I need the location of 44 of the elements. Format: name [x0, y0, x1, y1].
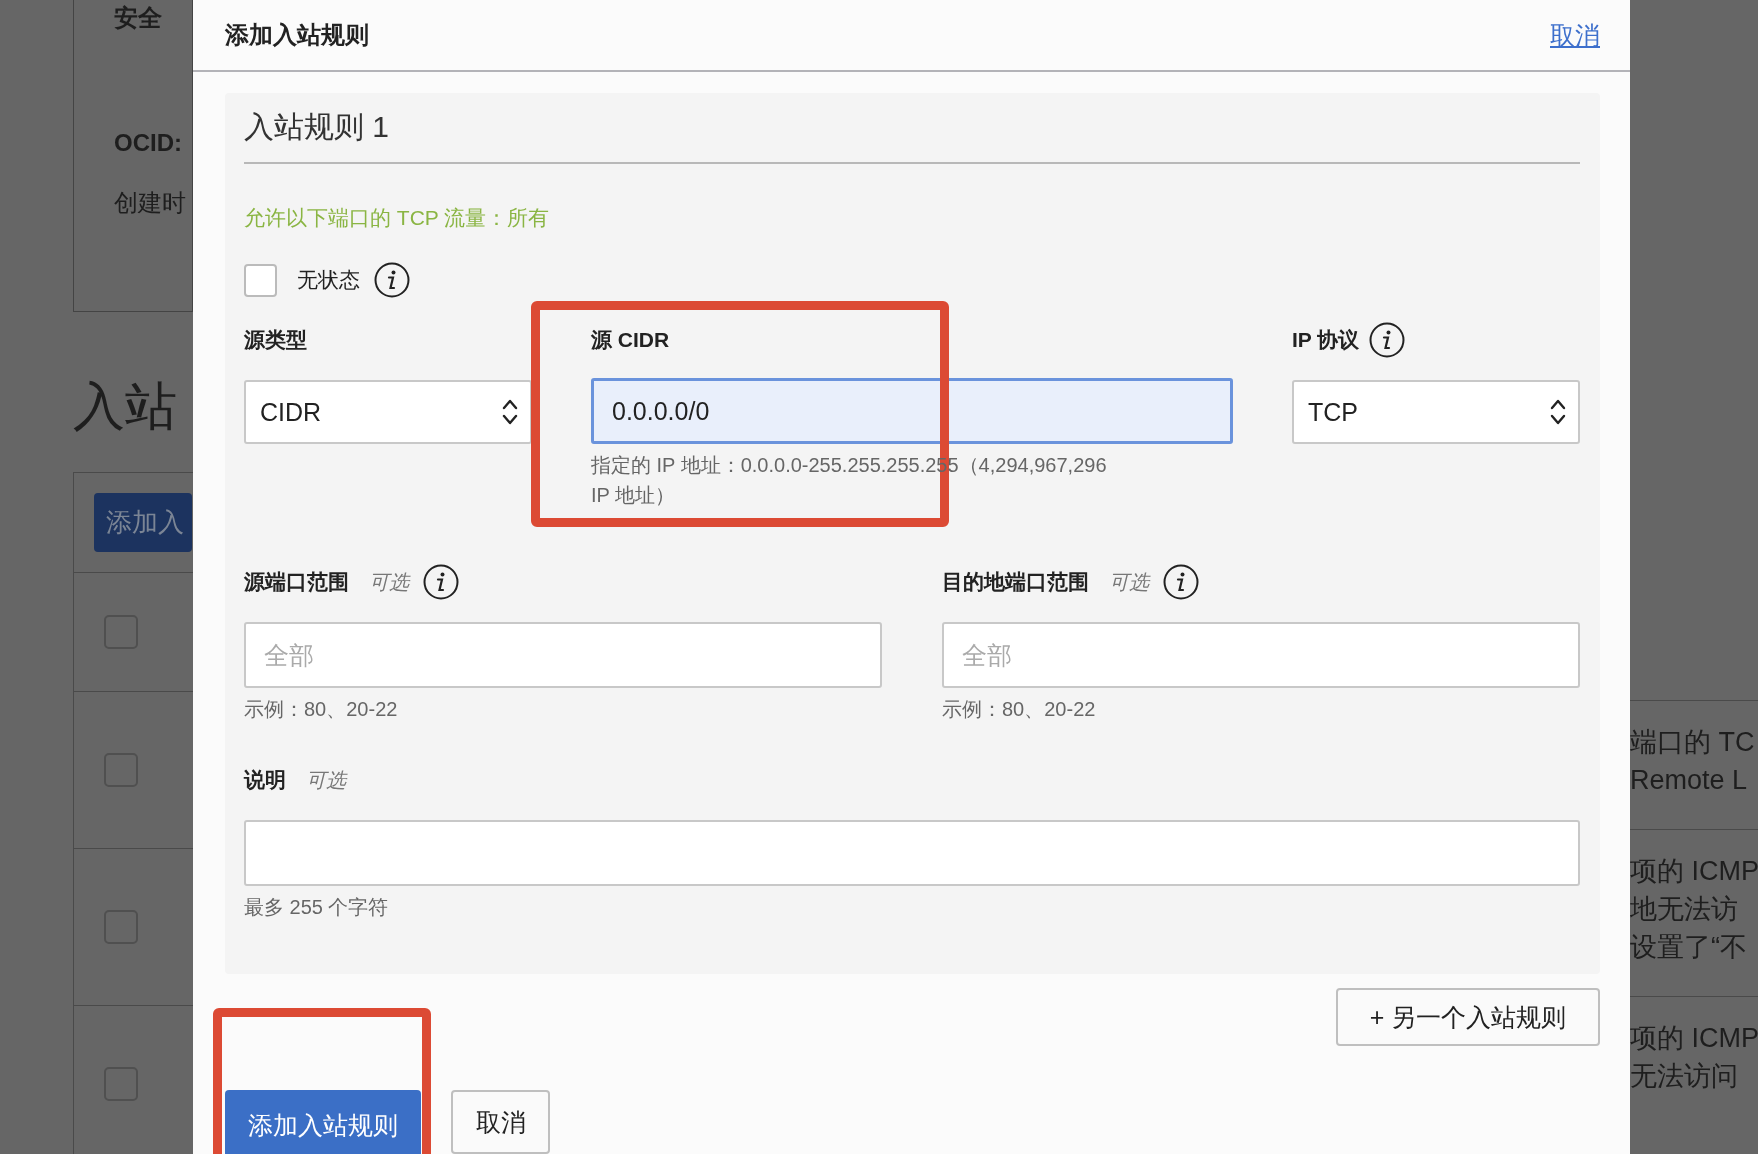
- field-label: 源类型: [244, 327, 307, 353]
- section-heading: 入站: [73, 376, 178, 437]
- source-port-input[interactable]: 全部: [244, 622, 882, 688]
- info-icon: [1163, 564, 1199, 600]
- cancel-link[interactable]: 取消: [1550, 18, 1600, 52]
- help-text: 示例：80、20-22: [244, 697, 399, 722]
- help-text: 最多 255 个字符: [244, 895, 390, 920]
- checkbox-label: 无状态: [297, 267, 360, 293]
- chevron-icon: [502, 398, 518, 426]
- table-cell-text: 项的 ICMP: [1630, 855, 1758, 888]
- dialog-title: 添加入站规则: [225, 20, 369, 50]
- field-label: IP 协议: [1292, 327, 1360, 353]
- table-cell-text: 地无法访: [1630, 893, 1739, 926]
- submit-button[interactable]: 添加入站规则: [225, 1090, 421, 1154]
- optional-label: 可选: [306, 767, 346, 793]
- chevron-icon: [1550, 398, 1566, 426]
- source-type-select[interactable]: CIDR: [244, 380, 532, 444]
- table-cell-text: 无法访问: [1630, 1060, 1739, 1093]
- info-icon: [374, 262, 410, 298]
- info-icon: [1369, 322, 1406, 358]
- protocol-select[interactable]: TCP: [1292, 380, 1580, 444]
- add-another-rule-button[interactable]: + 另一个入站规则: [1336, 988, 1600, 1046]
- info-icon: [423, 564, 459, 600]
- optional-label: 可选: [369, 569, 409, 595]
- description-input[interactable]: [244, 820, 1580, 886]
- rule-title: 入站规则 1: [244, 107, 1580, 164]
- table-cell-text: 设置了“不: [1630, 931, 1748, 964]
- field-label: 目的地端口范围: [942, 569, 1089, 595]
- section-title: 安全: [114, 3, 163, 33]
- table-cell-text: Remote L: [1630, 764, 1749, 797]
- table-cell-text: 端口的 TC: [1630, 726, 1756, 759]
- field-label: 源端口范围: [244, 569, 349, 595]
- field-label: 源 CIDR: [591, 327, 670, 353]
- table-cell-text: 项的 ICMP: [1630, 1022, 1758, 1055]
- rule-summary: 允许以下端口的 TCP 流量：所有: [244, 205, 551, 231]
- stateless-checkbox[interactable]: [244, 263, 277, 297]
- cancel-button[interactable]: 取消: [451, 1090, 550, 1154]
- cidr-input[interactable]: 0.0.0.0/0: [591, 378, 1233, 444]
- ocid-label: OCID:: [114, 129, 183, 157]
- optional-label: 可选: [1109, 569, 1149, 595]
- field-label: 说明: [244, 767, 286, 793]
- help-text: 示例：80、20-22: [942, 697, 1097, 722]
- destination-port-input[interactable]: 全部: [942, 622, 1580, 688]
- created-label: 创建时: [114, 188, 187, 218]
